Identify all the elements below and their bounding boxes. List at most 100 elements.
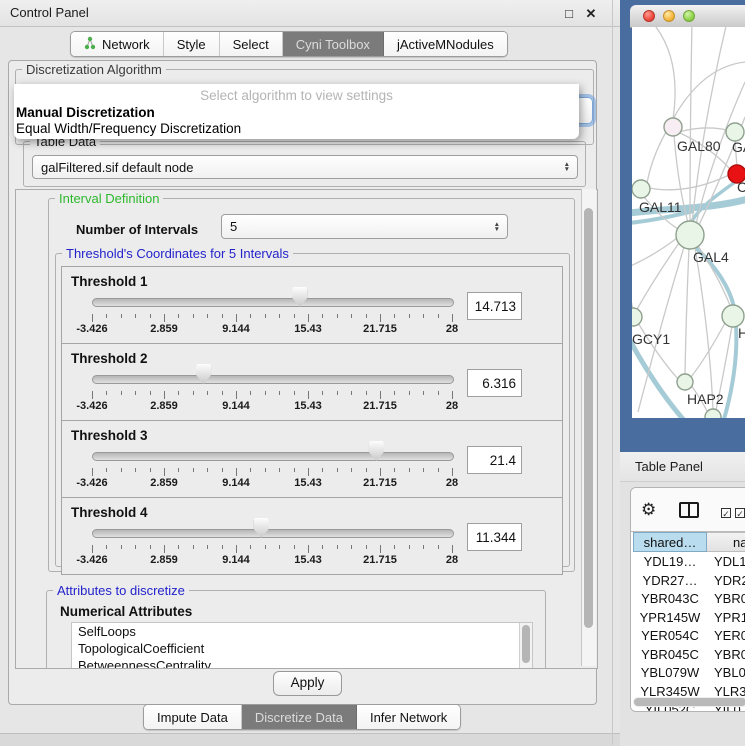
tab-infer-network[interactable]: Infer Network (357, 705, 460, 729)
gear-icon[interactable]: ⚙ (641, 500, 656, 520)
network-edge[interactable] (632, 287, 633, 309)
scale-label: 15.43 (294, 400, 322, 412)
tab-cyni-toolbox[interactable]: Cyni Toolbox (283, 32, 384, 56)
tab-select[interactable]: Select (220, 32, 283, 56)
threshold-slider-track[interactable] (92, 298, 454, 307)
network-window-titlebar[interactable] (630, 5, 745, 28)
table-row[interactable]: YBL079WYBL0 (633, 664, 745, 682)
list-scrollbar[interactable] (519, 623, 532, 669)
scale-label: 21.715 (363, 323, 397, 335)
network-node-GCY1[interactable] (632, 308, 642, 326)
network-canvas[interactable]: GAL80GACGAL11GAL4GCY1HHAP2 (632, 27, 745, 418)
tick (250, 391, 251, 395)
network-edge[interactable] (632, 238, 677, 267)
network-node-HAP2[interactable] (677, 374, 693, 390)
scale-label: 9.144 (222, 400, 250, 412)
network-edge[interactable] (636, 243, 679, 311)
network-icon (84, 36, 96, 53)
numerical-attributes-list[interactable]: SelfLoopsTopologicalCoefficientBetweenne… (71, 622, 533, 669)
tick (250, 468, 251, 472)
close-traffic-light[interactable] (643, 10, 655, 22)
attribute-list-item[interactable]: BetweennessCentrality (72, 657, 532, 669)
threshold-slider-track[interactable] (92, 375, 454, 384)
tick (308, 314, 309, 322)
close-icon[interactable]: ✕ (583, 6, 599, 22)
network-node-GAL4[interactable] (676, 221, 704, 249)
table-horizontal-scrollbar[interactable] (633, 697, 745, 707)
float-icon[interactable]: □ (561, 6, 577, 21)
table-row[interactable]: YBR045CYBR0 (633, 646, 745, 664)
scrollbar-thumb[interactable] (522, 625, 530, 663)
number-of-intervals-combobox[interactable]: 5 ▲▼ (221, 214, 508, 239)
slider-ticks (92, 390, 452, 400)
network-edge[interactable] (695, 248, 713, 410)
table-panel-titlebar: Table Panel (620, 452, 745, 482)
tab-jactivemnodules[interactable]: jActiveMNodules (384, 32, 507, 56)
apply-button[interactable]: Apply (273, 671, 342, 696)
threshold-slider-track[interactable] (92, 529, 454, 538)
tick (394, 545, 395, 549)
node-label-GCY1: GCY1 (632, 331, 670, 347)
threshold-label: Threshold 2 (71, 351, 148, 366)
tick (279, 468, 280, 472)
tick (322, 545, 323, 549)
network-node-bottom-node[interactable] (705, 409, 721, 418)
scale-label: 2.859 (150, 323, 178, 335)
tick (337, 468, 338, 472)
scrollbar-thumb[interactable] (584, 208, 593, 628)
threshold-value-field[interactable] (467, 446, 522, 474)
attribute-list-item[interactable]: SelfLoops (72, 623, 532, 640)
slider-ticks (92, 467, 452, 477)
tab-style[interactable]: Style (164, 32, 220, 56)
scrollbar-thumb[interactable] (634, 698, 745, 706)
dropdown-placeholder: Select algorithm to view settings (14, 88, 579, 103)
tab-discretize-data[interactable]: Discretize Data (242, 705, 357, 729)
scale-label: 21.715 (363, 554, 397, 566)
network-edge[interactable] (690, 27, 692, 221)
table-row[interactable]: YER054CYER0 (633, 627, 745, 645)
table-row[interactable]: YDL19…YDL1 (633, 553, 745, 571)
network-node-H[interactable] (722, 305, 744, 327)
tick (150, 314, 151, 318)
tick (193, 468, 194, 472)
tab-network[interactable]: Network (71, 32, 164, 56)
zoom-traffic-light[interactable] (683, 10, 695, 22)
checked-box-icon[interactable]: ✓ (721, 508, 731, 518)
split-columns-icon[interactable] (679, 502, 699, 518)
dropdown-option-equal-width-frequency[interactable]: Equal Width/Frequency Discretization (16, 121, 241, 136)
tick (452, 391, 453, 399)
table-row[interactable]: YBR043CYBR0 (633, 590, 745, 608)
threshold-value-field[interactable] (467, 369, 522, 397)
threshold-value-field[interactable] (467, 292, 522, 320)
network-edge[interactable] (649, 175, 729, 190)
network-node-GAL80[interactable] (664, 118, 682, 136)
control-panel: Control Panel □ ✕ Network Style Select C… (0, 0, 620, 745)
cell-shared-name: YDL19… (633, 553, 707, 571)
tick (250, 314, 251, 318)
minimize-traffic-light[interactable] (663, 10, 675, 22)
tick (322, 314, 323, 318)
network-edge[interactable] (647, 132, 666, 183)
threshold-slider-track[interactable] (92, 452, 454, 461)
threshold-value-field[interactable] (467, 523, 522, 551)
network-node-GAL11[interactable] (632, 180, 650, 198)
checked-box-icon[interactable]: ✓ (735, 508, 745, 518)
network-edge[interactable] (679, 128, 727, 132)
dropdown-option-manual-discretization[interactable]: Manual Discretization (16, 105, 155, 120)
network-edge[interactable] (673, 62, 745, 119)
panel-title: Control Panel (10, 5, 89, 20)
combobox-value: 5 (230, 219, 237, 234)
column-header-shared-name[interactable]: shared… (633, 532, 707, 552)
tick (322, 468, 323, 472)
pane-splitter[interactable] (612, 0, 613, 745)
attribute-list-item[interactable]: TopologicalCoefficient (72, 640, 532, 657)
table-row[interactable]: YDR27…YDR2 (633, 572, 745, 590)
table-row[interactable]: YPR145WYPR1 (633, 609, 745, 627)
table-data-combobox[interactable]: galFiltered.sif default node ▲▼ (32, 155, 578, 179)
scale-label: 21.715 (363, 477, 397, 489)
panel-scrollbar[interactable] (581, 189, 596, 666)
tab-impute-data[interactable]: Impute Data (144, 705, 242, 729)
column-header-name[interactable]: na (707, 532, 745, 552)
network-edge[interactable] (685, 248, 689, 375)
network-edge[interactable] (652, 27, 675, 119)
